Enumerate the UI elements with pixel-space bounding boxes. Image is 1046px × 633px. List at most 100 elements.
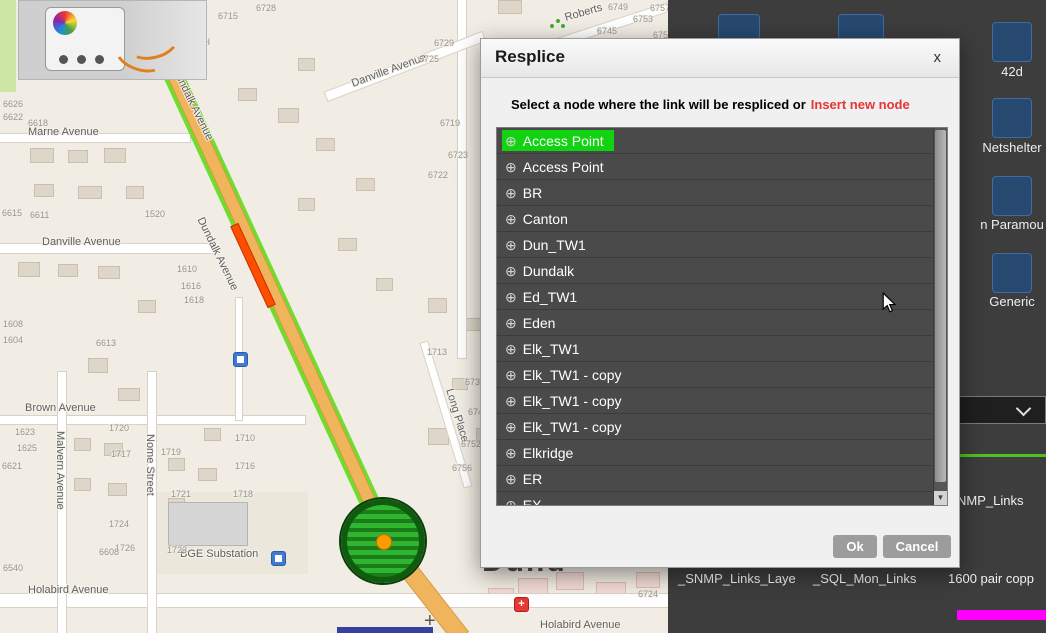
scroll-down-button[interactable]: ▼: [934, 491, 947, 505]
transit-stop-icon: [233, 352, 248, 367]
building: [98, 266, 120, 279]
device-tile-label: n Paramou: [980, 217, 1044, 232]
node-label: BR: [523, 185, 542, 201]
expand-node-icon[interactable]: ⊕: [505, 134, 517, 148]
house-number: 6745: [597, 26, 617, 36]
node-row-content: ⊕Elk_TW1 - copy: [502, 364, 632, 385]
building: [74, 478, 91, 491]
expand-node-icon[interactable]: ⊕: [505, 394, 517, 408]
building: [126, 186, 144, 199]
prompt-text: Select a node where the link will be res…: [511, 97, 806, 112]
ok-button[interactable]: Ok: [833, 535, 877, 558]
device-tile[interactable]: [992, 176, 1032, 216]
node-list-item[interactable]: ⊕Elk_TW1 - copy: [497, 388, 934, 414]
expand-node-icon[interactable]: ⊕: [505, 290, 517, 304]
charging-station-icon: [271, 551, 286, 566]
house-number: 6608: [99, 547, 119, 557]
park-area: [0, 0, 16, 92]
node-label: Dun_TW1: [523, 237, 586, 253]
node-row-content: ⊕Elkridge: [502, 442, 583, 463]
expand-node-icon[interactable]: ⊕: [505, 264, 517, 278]
splice-vault-node[interactable]: [341, 499, 425, 583]
building: [198, 468, 217, 481]
building: [168, 458, 185, 471]
node-row-content: ⊕Ed_TW1: [502, 286, 587, 307]
house-number: 6757: [650, 3, 668, 13]
closure-port: [77, 55, 86, 64]
node-row-content: ⊕Canton: [502, 208, 578, 229]
node-listbox: ⊕Access Point⊕Access Point⊕BR⊕Canton⊕Dun…: [496, 127, 948, 506]
node-list-item[interactable]: ⊕Elk_TW1 - copy: [497, 362, 934, 388]
node-list-item[interactable]: ⊕ Eden: [497, 310, 934, 336]
house-number: 6719: [440, 118, 460, 128]
expand-node-icon[interactable]: ⊕: [505, 342, 517, 356]
node-list-item[interactable]: ⊕ER: [497, 466, 934, 492]
chevron-down-icon: [1016, 401, 1032, 417]
node-list-item[interactable]: ⊕Elk_TW1 - copy: [497, 414, 934, 440]
building: [108, 483, 127, 496]
layer-item[interactable]: _SNMP_Links_Laye: [678, 571, 796, 586]
expand-node-icon[interactable]: ⊕: [505, 498, 517, 507]
street-label: Roberts: [563, 2, 603, 24]
node-list-item[interactable]: ⊕Elk_TW1: [497, 336, 934, 362]
house-number: 1616: [181, 281, 201, 291]
resplice-dialog: Resplice x Select a node where the link …: [480, 38, 960, 568]
paw-print-icon: [556, 19, 560, 23]
house-number: 6626: [3, 99, 23, 109]
closure-port: [95, 55, 104, 64]
house-number: 6540: [3, 563, 23, 573]
node-list-item[interactable]: ⊕Canton: [497, 206, 934, 232]
house-number: 1723: [167, 545, 187, 555]
scrollbar-thumb[interactable]: [935, 130, 946, 482]
expand-node-icon[interactable]: ⊕: [505, 472, 517, 486]
insert-new-node-link[interactable]: Insert new node: [811, 97, 910, 112]
layer-item[interactable]: 1600 pair copp: [948, 571, 1034, 586]
node-list-item[interactable]: ⊕Access Point: [497, 128, 934, 154]
node-list-item[interactable]: ⊕Ed_TW1: [497, 284, 934, 310]
node-label: Eden: [523, 315, 556, 331]
expand-node-icon[interactable]: ⊕: [505, 186, 517, 200]
expand-node-icon[interactable]: ⊕: [505, 160, 517, 174]
building: [58, 264, 78, 277]
house-number: 6725: [419, 54, 439, 64]
node-label: Access Point: [523, 159, 604, 175]
street-label: Nome Street: [144, 434, 156, 496]
node-row-content: ⊕ Eden: [502, 312, 565, 333]
expand-node-icon[interactable]: ⊕: [505, 420, 517, 434]
layer-item[interactable]: NMP_Links: [957, 493, 1023, 508]
node-list-item[interactable]: ⊕ Dun_TW1: [497, 232, 934, 258]
house-number: 6756: [452, 463, 472, 473]
scrollbar[interactable]: ▼: [933, 128, 947, 505]
house-number: 1716: [235, 461, 255, 471]
node-list-item[interactable]: ⊕Elkridge: [497, 440, 934, 466]
node-row-content: ⊕Elk_TW1: [502, 338, 590, 359]
device-tile[interactable]: [992, 253, 1032, 293]
node-list-item[interactable]: ⊕ Access Point: [497, 154, 934, 180]
expand-node-icon[interactable]: ⊕: [505, 238, 517, 252]
building: [376, 278, 393, 291]
building: [278, 108, 299, 123]
street-label: Malvern Avenue: [54, 431, 66, 510]
node-list-item[interactable]: ⊕EX: [497, 492, 934, 506]
expand-node-icon[interactable]: ⊕: [505, 212, 517, 226]
cancel-button[interactable]: Cancel: [883, 535, 951, 558]
dialog-titlebar[interactable]: Resplice x: [481, 39, 959, 78]
layer-item[interactable]: _SQL_Mon_Links: [813, 571, 916, 586]
house-number: 1718: [233, 489, 253, 499]
expand-node-icon[interactable]: ⊕: [505, 316, 517, 330]
expand-node-icon[interactable]: ⊕: [505, 368, 517, 382]
house-number: 1713: [427, 347, 447, 357]
close-icon[interactable]: x: [934, 49, 942, 66]
expand-node-icon[interactable]: ⊕: [505, 446, 517, 460]
house-number: 6615: [2, 208, 22, 218]
device-tile[interactable]: [992, 98, 1032, 138]
building: [78, 186, 102, 199]
node-list-item[interactable]: ⊕Dundalk: [497, 258, 934, 284]
poi-glyph: [275, 555, 282, 562]
node-row-content: ⊕ Dun_TW1: [502, 234, 596, 255]
node-center-dot: [376, 534, 392, 550]
node-list-item[interactable]: ⊕ BR: [497, 180, 934, 206]
node-row-content: ⊕Access Point: [502, 130, 614, 151]
device-tile[interactable]: [992, 22, 1032, 62]
road-segment: [458, 0, 466, 358]
